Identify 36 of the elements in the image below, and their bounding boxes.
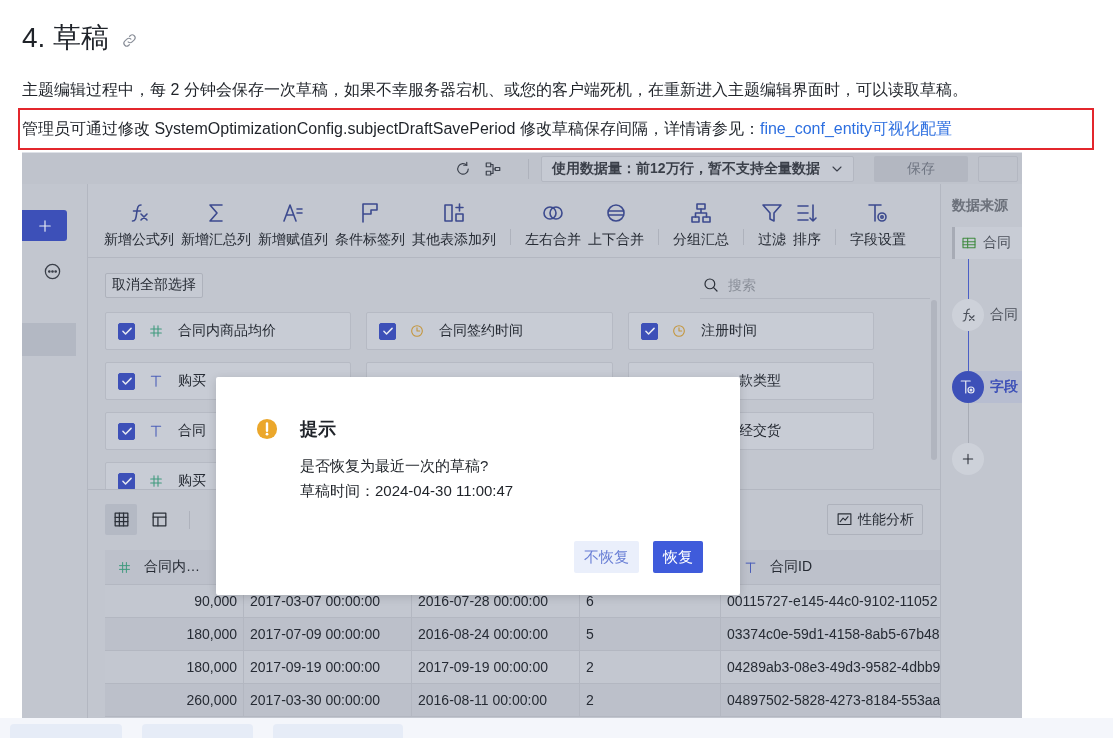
field-label: 购买 [178,372,206,390]
table-cell: 2017-09-19 00:00:00 [244,651,412,683]
table-cell: 2016-08-11 00:00:00 [412,684,580,716]
field-label: 款类型 [739,372,781,390]
table-cell: 180,000 [105,618,244,650]
table-cell: 2 [580,684,721,716]
table-cell: 180,000 [105,651,244,683]
step-label: 合同 [990,306,1018,324]
field-label: 经交货 [739,422,781,440]
field-label: 合同内商品均价 [178,322,276,340]
draft-time: 草稿时间：2024-04-30 11:00:47 [300,481,515,501]
table-cell-text: 00115727-e145-44c0-9102-11052 [726,592,939,611]
paragraph: 主题编辑过程中，每 2 分钟会保存一次草稿，如果不幸服务器宕机、或您的客户端死机，在重新进入主题编辑界面时，可以读取草稿。 [22,79,968,100]
step-label: 字段 [990,378,1018,396]
dialog-title: 提示 [300,418,336,441]
column-label: 合同ID [770,558,812,576]
field-label: 合同签约时间 [439,322,523,340]
table-cell: 5 [580,618,721,650]
paragraph: 管理员可通过修改 SystemOptimizationConfig.subjectDraftSavePeriod 修改草稿保存间隔，详情请参见：fine_conf_entity可视化配置 [22,118,952,139]
table-cell: 2017-07-09 00:00:00 [244,618,412,650]
table-cell: 2017-03-30 00:00:00 [244,684,412,716]
table-cell: 260,000 [105,684,244,716]
table-cell-text: 03374c0e-59d1-4158-8ab5-67b48 [726,625,940,644]
step-label: 合同 [983,234,1011,252]
table-cell: 2016-08-24 00:00:00 [412,618,580,650]
field-label: 购买 [178,472,206,489]
table-cell: 2 [580,651,721,683]
field-label: 注册时间 [701,322,757,340]
field-label: 合同 [178,422,206,440]
table-cell-text: 04897502-5828-4273-8184-553aa [726,691,940,710]
panel-title: 数据来源 [952,197,1009,215]
column-label: 合同内… [144,558,200,576]
dialog-message: 是否恢复为最近一次的草稿? [300,456,490,476]
section-heading: 4. 草稿 [22,21,110,55]
table-cell: 2017-09-19 00:00:00 [412,651,580,683]
table-cell-text: 04289ab3-08e3-49d3-9582-4dbb9 [726,658,940,677]
